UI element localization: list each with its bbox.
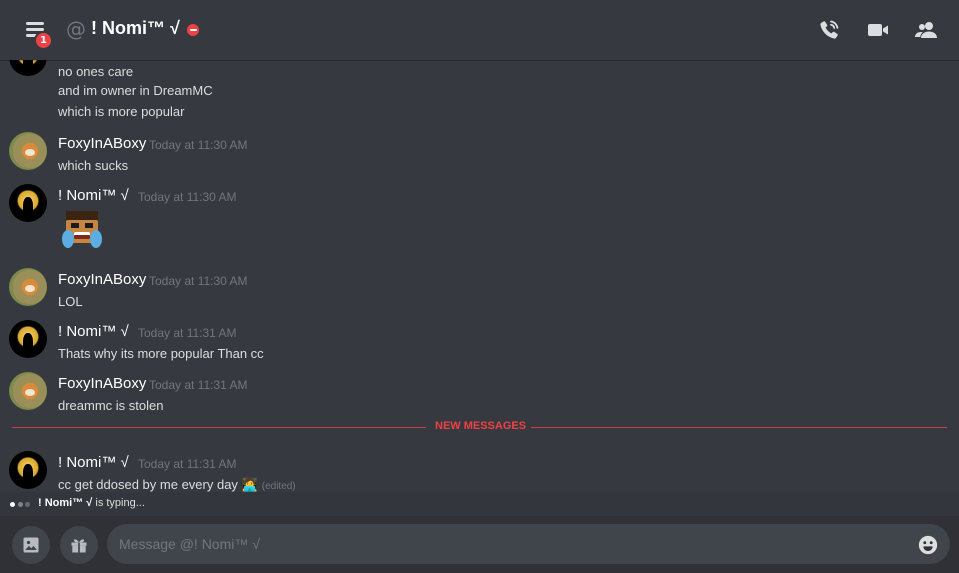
avatar[interactable] <box>9 372 47 410</box>
message-author[interactable]: FoxyInABoxy <box>58 375 146 392</box>
typing-indicator: ! Nomi™ √ is typing... <box>0 492 959 516</box>
avatar[interactable] <box>9 132 47 170</box>
gift-icon <box>71 539 87 553</box>
avatar[interactable] <box>9 451 47 489</box>
crying-laughing-emoji-icon <box>62 211 102 248</box>
message-text: and im owner in DreamMC <box>58 83 213 98</box>
message-text: LOL <box>58 294 83 309</box>
avatar[interactable] <box>9 320 47 358</box>
message-text: Thats why its more popular Than cc <box>58 346 264 361</box>
dnd-status-icon <box>187 24 199 36</box>
at-icon: @ <box>66 17 86 41</box>
avatar[interactable] <box>9 268 47 306</box>
message-timestamp: Today at 11:30 AM <box>149 274 248 288</box>
phone-call-icon[interactable] <box>817 18 841 42</box>
image-upload-icon <box>23 537 39 553</box>
message-text: dreammc is stolen <box>58 398 164 413</box>
message-timestamp: Today at 11:31 AM <box>138 326 237 340</box>
new-messages-label: NEW MESSAGES <box>435 420 527 432</box>
video-camera-icon[interactable] <box>866 18 890 42</box>
message-timestamp: Today at 11:31 AM <box>138 457 237 471</box>
typing-user: ! Nomi™ √ <box>38 497 93 509</box>
edited-label: (edited) <box>261 481 296 492</box>
message-author[interactable]: FoxyInABoxy <box>58 271 146 288</box>
avatar[interactable] <box>9 184 47 222</box>
message-text: cc get ddosed by me every day 🧑‍💻 (edited… <box>58 477 296 492</box>
typing-suffix: is typing... <box>92 497 145 509</box>
message-timestamp: Today at 11:30 AM <box>138 190 237 204</box>
message-input[interactable] <box>107 524 950 564</box>
new-messages-divider-line <box>531 427 947 428</box>
emoji-picker-icon[interactable] <box>917 534 939 556</box>
message-text: no ones care <box>58 64 134 79</box>
member-list-icon[interactable] <box>914 18 938 42</box>
message-timestamp: Today at 11:30 AM <box>149 138 248 152</box>
message-author[interactable]: ! Nomi™ √ <box>58 454 129 471</box>
message-text: which is more popular <box>58 104 185 119</box>
message-author[interactable]: ! Nomi™ √ <box>58 323 129 340</box>
message-author[interactable]: ! Nomi™ √ <box>58 187 129 204</box>
channel-title[interactable]: ! Nomi™ √ <box>91 18 180 39</box>
message-timestamp: Today at 11:31 AM <box>149 378 248 392</box>
notification-badge: 1 <box>34 31 53 50</box>
channel-header: 1 @ ! Nomi™ √ <box>0 0 959 60</box>
image-upload-button[interactable] <box>12 526 50 564</box>
new-messages-divider-line <box>12 427 426 428</box>
message-author[interactable]: FoxyInABoxy <box>58 135 146 152</box>
message-body: cc get ddosed by me every day 🧑‍💻 <box>58 477 258 492</box>
message-text: which sucks <box>58 158 129 173</box>
gift-button[interactable] <box>60 526 98 564</box>
message-list: no ones care and im owner in DreamMC whi… <box>0 0 959 492</box>
typing-text: ! Nomi™ √ is typing... <box>38 497 145 509</box>
